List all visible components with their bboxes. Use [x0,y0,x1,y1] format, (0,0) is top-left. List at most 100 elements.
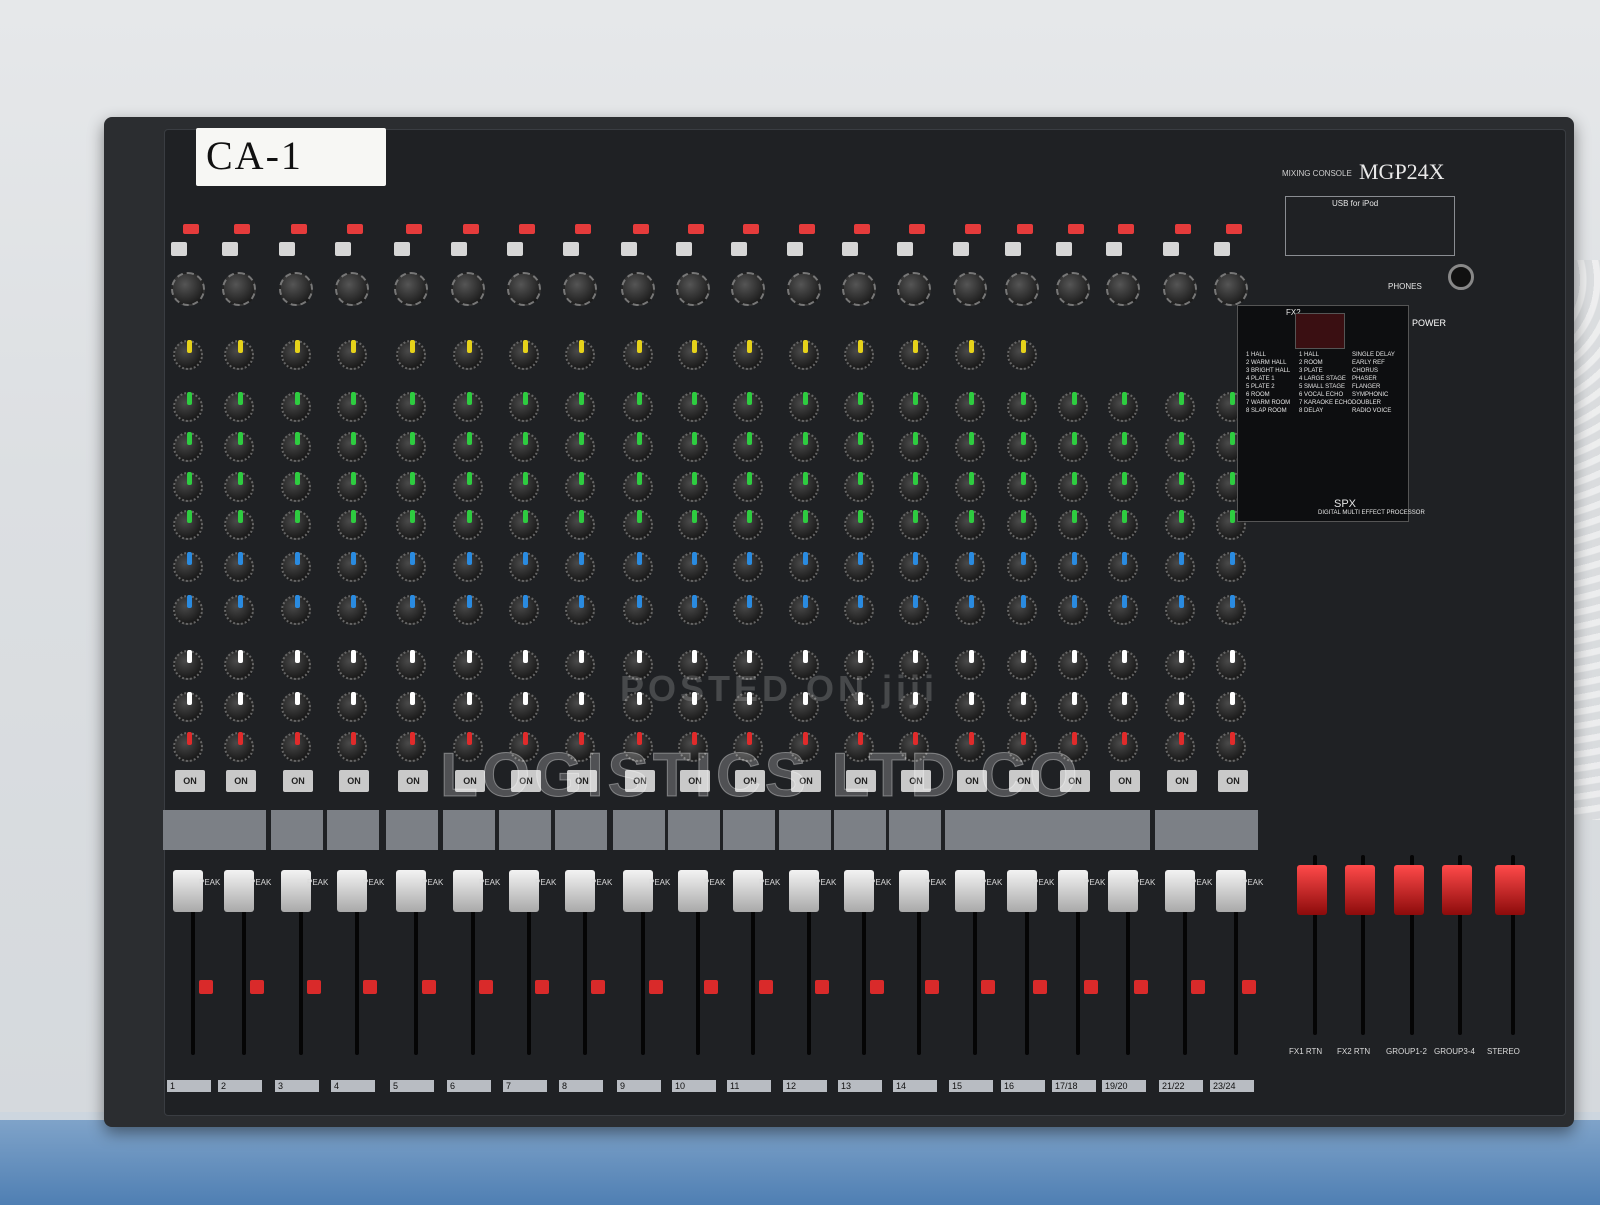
st-assign-button[interactable] [1033,980,1047,994]
eq-low-knob[interactable] [396,510,426,540]
aux2-knob[interactable] [789,595,819,625]
eq-low-knob[interactable] [623,510,653,540]
eq-high-knob[interactable] [396,392,426,422]
fx1-knob[interactable] [337,650,367,680]
eq-high-knob[interactable] [509,392,539,422]
pad-button[interactable] [463,224,479,234]
gain-knob[interactable] [676,272,710,306]
pad-button[interactable] [1118,224,1134,234]
comp-knob[interactable] [453,340,483,370]
pad-button[interactable] [1226,224,1242,234]
st-assign-button[interactable] [1084,980,1098,994]
eq-freq-knob[interactable] [955,472,985,502]
eq-mid-knob[interactable] [623,432,653,462]
aux1-knob[interactable] [565,552,595,582]
channel-fader[interactable] [337,870,367,912]
eq-high-knob[interactable] [173,392,203,422]
eq-high-knob[interactable] [453,392,483,422]
st-assign-button[interactable] [363,980,377,994]
aux1-knob[interactable] [224,552,254,582]
aux2-knob[interactable] [955,595,985,625]
eq-high-knob[interactable] [955,392,985,422]
eq-mid-knob[interactable] [565,432,595,462]
gain-knob[interactable] [1163,272,1197,306]
eq-freq-knob[interactable] [453,472,483,502]
pan-knob[interactable] [337,732,367,762]
hpf-button[interactable] [953,242,969,256]
channel-fader[interactable] [1007,870,1037,912]
hpf-button[interactable] [1056,242,1072,256]
aux1-knob[interactable] [173,552,203,582]
eq-mid-knob[interactable] [955,432,985,462]
eq-low-knob[interactable] [565,510,595,540]
eq-high-knob[interactable] [789,392,819,422]
st-assign-button[interactable] [704,980,718,994]
eq-low-knob[interactable] [733,510,763,540]
eq-freq-knob[interactable] [1165,472,1195,502]
aux2-knob[interactable] [509,595,539,625]
pad-button[interactable] [406,224,422,234]
hpf-button[interactable] [451,242,467,256]
eq-mid-knob[interactable] [337,432,367,462]
fx1-knob[interactable] [1058,650,1088,680]
aux2-knob[interactable] [899,595,929,625]
aux2-knob[interactable] [1108,595,1138,625]
gain-knob[interactable] [731,272,765,306]
aux2-knob[interactable] [337,595,367,625]
gain-knob[interactable] [1005,272,1039,306]
comp-knob[interactable] [224,340,254,370]
aux2-knob[interactable] [173,595,203,625]
eq-high-knob[interactable] [1007,392,1037,422]
gain-knob[interactable] [621,272,655,306]
aux1-knob[interactable] [337,552,367,582]
channel-on-button[interactable]: ON [1167,770,1197,792]
eq-mid-knob[interactable] [1108,432,1138,462]
eq-low-knob[interactable] [509,510,539,540]
eq-mid-knob[interactable] [509,432,539,462]
fx2-knob[interactable] [565,692,595,722]
hpf-button[interactable] [1214,242,1230,256]
aux1-knob[interactable] [1165,552,1195,582]
channel-fader[interactable] [565,870,595,912]
eq-mid-knob[interactable] [224,432,254,462]
eq-high-knob[interactable] [281,392,311,422]
eq-low-knob[interactable] [1058,510,1088,540]
hpf-button[interactable] [394,242,410,256]
channel-fader[interactable] [955,870,985,912]
hpf-button[interactable] [222,242,238,256]
aux2-knob[interactable] [453,595,483,625]
fx1-knob[interactable] [173,650,203,680]
hpf-button[interactable] [621,242,637,256]
hpf-button[interactable] [897,242,913,256]
eq-freq-knob[interactable] [509,472,539,502]
aux1-knob[interactable] [899,552,929,582]
channel-fader[interactable] [396,870,426,912]
aux2-knob[interactable] [565,595,595,625]
eq-high-knob[interactable] [678,392,708,422]
gain-knob[interactable] [1056,272,1090,306]
hpf-button[interactable] [507,242,523,256]
fx2-knob[interactable] [281,692,311,722]
comp-knob[interactable] [844,340,874,370]
eq-high-knob[interactable] [1165,392,1195,422]
channel-fader[interactable] [509,870,539,912]
aux2-knob[interactable] [844,595,874,625]
st-assign-button[interactable] [250,980,264,994]
fx1-knob[interactable] [396,650,426,680]
st-assign-button[interactable] [759,980,773,994]
hpf-button[interactable] [842,242,858,256]
gain-knob[interactable] [1214,272,1248,306]
fx2-knob[interactable] [1216,692,1246,722]
hpf-button[interactable] [731,242,747,256]
fx2-knob[interactable] [955,692,985,722]
aux1-knob[interactable] [1108,552,1138,582]
eq-freq-knob[interactable] [1058,472,1088,502]
master-fader[interactable] [1394,865,1424,915]
fx2-knob[interactable] [224,692,254,722]
st-assign-button[interactable] [307,980,321,994]
aux1-knob[interactable] [733,552,763,582]
channel-fader[interactable] [1165,870,1195,912]
aux1-knob[interactable] [678,552,708,582]
channel-fader[interactable] [844,870,874,912]
eq-freq-knob[interactable] [1007,472,1037,502]
